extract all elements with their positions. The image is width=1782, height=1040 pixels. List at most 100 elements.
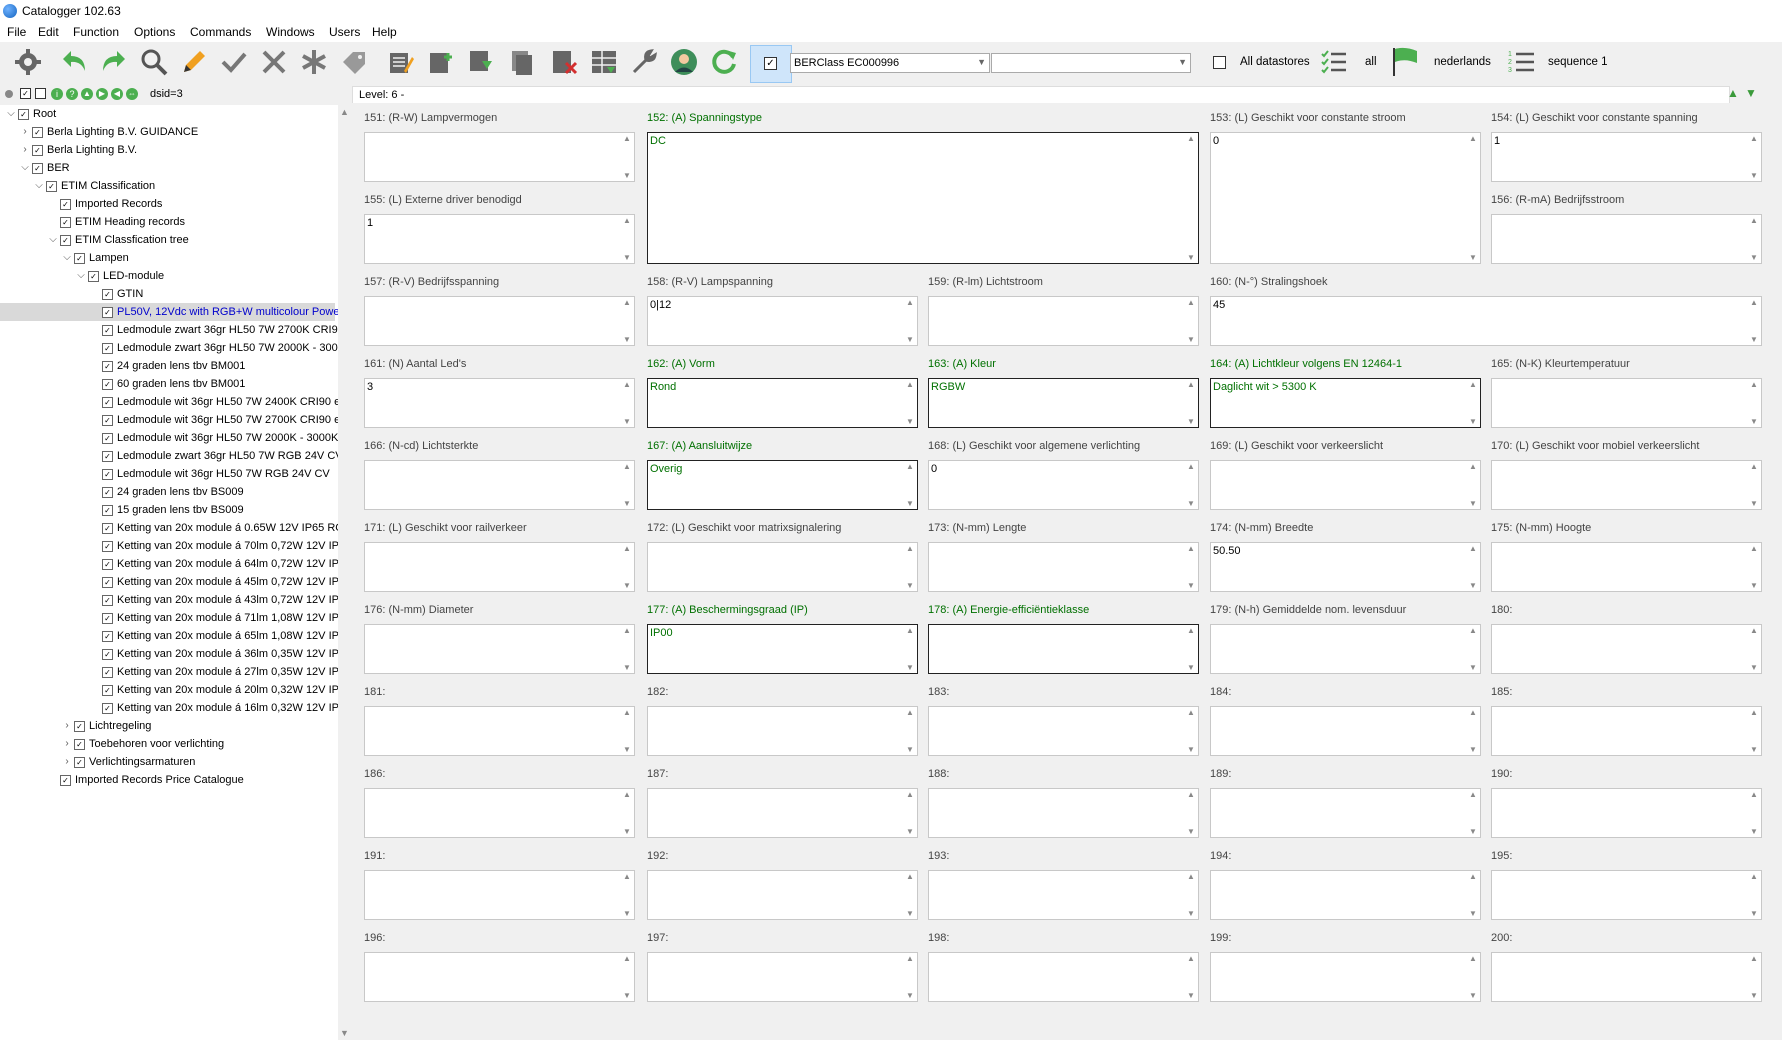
scroll-down-icon[interactable]: ▼	[623, 253, 631, 262]
field-scrollbar[interactable]: ▲ ▼	[1748, 297, 1761, 345]
field-textarea[interactable]: ▲ ▼	[1210, 706, 1481, 756]
checkmark-icon[interactable]	[218, 46, 250, 78]
field-scrollbar[interactable]: ▲ ▼	[1467, 379, 1480, 427]
all-datastores-checkbox[interactable]	[1213, 56, 1226, 69]
secondary-combo[interactable]: ▼	[991, 53, 1191, 73]
scroll-down-icon[interactable]: ▼	[1750, 991, 1758, 1000]
scroll-up-icon[interactable]: ▲	[1187, 380, 1195, 389]
scroll-up-icon[interactable]: ▲	[1750, 872, 1758, 881]
scroll-down-icon[interactable]: ▼	[1187, 499, 1195, 508]
scroll-down-icon[interactable]: ▼	[623, 663, 631, 672]
field-textarea[interactable]: 0 ▲ ▼	[928, 460, 1199, 510]
scroll-up-icon[interactable]: ▲	[623, 216, 631, 225]
scroll-down-icon[interactable]: ▼	[1469, 663, 1477, 672]
tree-node-checkbox[interactable]: ✓	[102, 415, 113, 426]
scroll-up-icon[interactable]: ▲	[906, 380, 914, 389]
tree-node-checkbox[interactable]: ✓	[102, 541, 113, 552]
tree-node[interactable]: ✓ Ketting van 20x module á 64lm 0,72W 12V…	[0, 555, 340, 573]
scroll-down-icon[interactable]: ▼	[1469, 581, 1477, 590]
field-scrollbar[interactable]: ▲ ▼	[1185, 379, 1198, 427]
scroll-up-icon[interactable]: ▲	[1750, 298, 1758, 307]
tree-node-checkbox[interactable]: ✓	[74, 757, 85, 768]
field-textarea[interactable]: Rond ▲ ▼	[647, 378, 918, 428]
scroll-up-icon[interactable]: ▲	[1469, 790, 1477, 799]
scroll-up-icon[interactable]: ▲	[1187, 626, 1195, 635]
scroll-up-icon[interactable]: ▲	[1750, 544, 1758, 553]
field-textarea[interactable]: ▲ ▼	[928, 624, 1199, 674]
scroll-up-icon[interactable]: ▲	[1750, 380, 1758, 389]
field-textarea[interactable]: IP00 ▲ ▼	[647, 624, 918, 674]
scroll-down-icon[interactable]: ▼	[1469, 417, 1477, 426]
tree-node[interactable]: › ✓ Verlichtingsarmaturen	[0, 753, 335, 771]
tree-node-checkbox[interactable]: ✓	[102, 685, 113, 696]
scroll-down-icon[interactable]: ▼	[1469, 827, 1477, 836]
field-scrollbar[interactable]: ▲ ▼	[1748, 953, 1761, 1001]
tree-node[interactable]: ⌵ ✓ LED-module	[0, 267, 335, 285]
tree-node-checkbox[interactable]: ✓	[102, 523, 113, 534]
scroll-up-icon[interactable]: ▲	[1187, 954, 1195, 963]
tree-node[interactable]: ✓ 24 graden lens tbv BM001	[0, 357, 335, 375]
field-scrollbar[interactable]: ▲ ▼	[1185, 789, 1198, 837]
tree-node-checkbox[interactable]: ✓	[102, 559, 113, 570]
tree-node[interactable]: ✓ Ketting van 20x module á 36lm 0,35W 12V…	[0, 645, 340, 663]
scroll-up-icon[interactable]: ▲	[623, 626, 631, 635]
field-scrollbar[interactable]: ▲ ▼	[1185, 461, 1198, 509]
field-textarea[interactable]: 45 ▲ ▼	[1210, 296, 1762, 346]
field-scrollbar[interactable]: ▲ ▼	[904, 297, 917, 345]
scroll-down-icon[interactable]: ▼	[1750, 417, 1758, 426]
field-textarea[interactable]: ▲ ▼	[364, 788, 635, 838]
scroll-down-icon[interactable]: ▼	[1469, 745, 1477, 754]
scroll-up-icon[interactable]: ▲	[1469, 954, 1477, 963]
tree-node-checkbox[interactable]: ✓	[102, 613, 113, 624]
scroll-down-icon[interactable]: ▼	[623, 827, 631, 836]
field-textarea[interactable]: ▲ ▼	[1491, 214, 1762, 264]
tree-node-checkbox[interactable]: ✓	[32, 163, 43, 174]
uncheck-all-checkbox[interactable]	[35, 88, 46, 99]
tree-node[interactable]: ✓ 15 graden lens tbv BS009	[0, 501, 335, 519]
tree-node[interactable]: ✓ Ketting van 20x module á 16lm 0,32W 12V…	[0, 699, 340, 717]
scroll-up-icon[interactable]: ▲	[1469, 134, 1477, 143]
tree-node[interactable]: ✓ Ketting van 20x module á 70lm 0,72W 12V…	[0, 537, 340, 555]
tree-node[interactable]: ✓ Imported Records Price Catalogue	[0, 771, 335, 789]
scroll-up-icon[interactable]: ▲	[623, 544, 631, 553]
scroll-down-icon[interactable]: ▼	[1187, 581, 1195, 590]
field-scrollbar[interactable]: ▲ ▼	[904, 379, 917, 427]
field-scrollbar[interactable]: ▲ ▼	[1467, 953, 1480, 1001]
tree-node-checkbox[interactable]: ✓	[102, 289, 113, 300]
field-textarea[interactable]: ▲ ▼	[928, 542, 1199, 592]
scroll-down-icon[interactable]: ▼	[1750, 581, 1758, 590]
next-icon[interactable]: ▶	[96, 88, 108, 100]
tree-node-checkbox[interactable]: ✓	[32, 127, 43, 138]
scroll-up-icon[interactable]: ▲	[1187, 708, 1195, 717]
field-textarea[interactable]: ▲ ▼	[1210, 952, 1481, 1002]
tree-node[interactable]: ⌵ ✓ Lampen	[0, 249, 335, 267]
field-scrollbar[interactable]: ▲ ▼	[1467, 461, 1480, 509]
tree-node[interactable]: ✓ Ledmodule zwart 36gr HL50 7W 2700K CRI9…	[0, 321, 340, 339]
field-textarea[interactable]: ▲ ▼	[647, 788, 918, 838]
scroll-down-icon[interactable]: ▼	[1750, 663, 1758, 672]
user-icon[interactable]	[668, 46, 700, 78]
sync-icon[interactable]: ⇔	[126, 88, 138, 100]
scroll-down-icon[interactable]: ▼	[906, 827, 914, 836]
scroll-up-icon[interactable]: ▲	[906, 626, 914, 635]
tree-node[interactable]: ✓ Ketting van 20x module á 71lm 1,08W 12V…	[0, 609, 340, 627]
record-tree[interactable]: ⌵ ✓ Root › ✓ Berla Lighting B.V. GUIDANCE › ✓ Be…	[0, 105, 340, 1040]
chevron-right-icon[interactable]: ›	[20, 123, 30, 141]
scroll-down-icon[interactable]: ▼	[623, 581, 631, 590]
scroll-down-icon[interactable]: ▼	[906, 499, 914, 508]
field-scrollbar[interactable]: ▲ ▼	[1467, 625, 1480, 673]
chevron-right-icon[interactable]: ›	[62, 753, 72, 771]
field-textarea[interactable]: ▲ ▼	[647, 952, 918, 1002]
class-filter-toggle[interactable]: ✓	[750, 45, 792, 83]
tree-node[interactable]: ✓ Ketting van 20x module á 45lm 0,72W 12V…	[0, 573, 340, 591]
tree-node-checkbox[interactable]: ✓	[102, 325, 113, 336]
scroll-down-icon[interactable]: ▼	[1187, 663, 1195, 672]
scroll-up-icon[interactable]: ▲	[906, 298, 914, 307]
scroll-up-icon[interactable]: ▲	[1187, 872, 1195, 881]
list-check-icon[interactable]	[1320, 48, 1352, 80]
scroll-down-icon[interactable]: ▼	[1187, 827, 1195, 836]
wrench-icon[interactable]	[628, 46, 660, 78]
field-textarea[interactable]: ▲ ▼	[1210, 460, 1481, 510]
scroll-down-icon[interactable]: ▼	[1187, 909, 1195, 918]
field-scrollbar[interactable]: ▲ ▼	[904, 789, 917, 837]
